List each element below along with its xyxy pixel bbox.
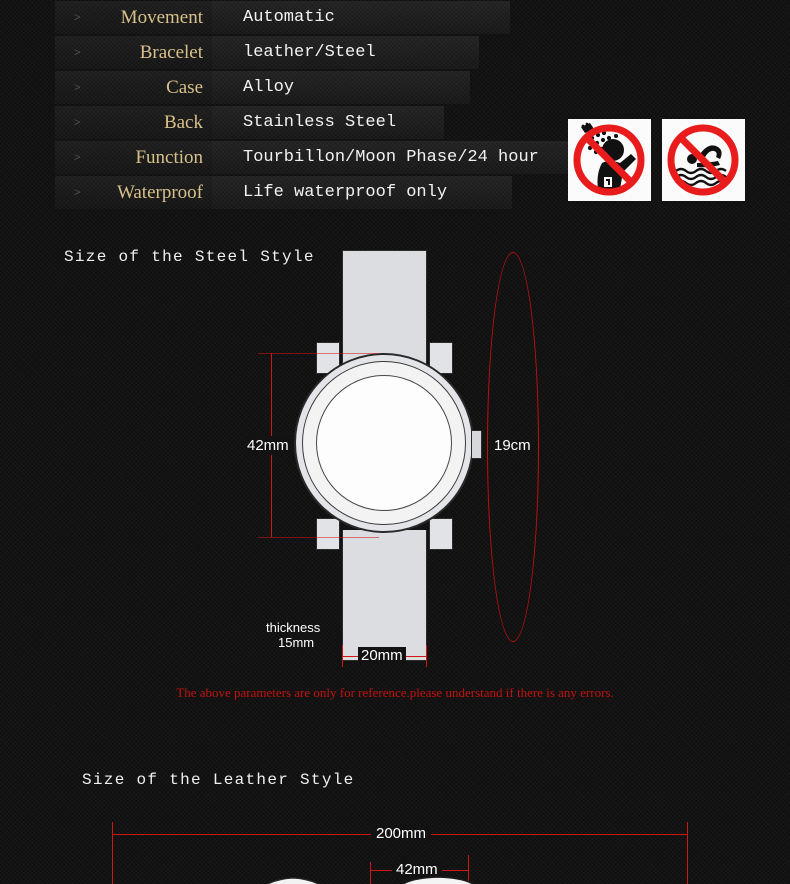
spec-label: Back	[163, 112, 203, 133]
spec-row[interactable]: > Case Alloy	[0, 70, 790, 105]
dimension-tick-total-left	[112, 822, 113, 884]
watch-strap-bottom	[342, 530, 427, 661]
chevron-right-icon: >	[74, 115, 81, 129]
watch-crown	[471, 430, 482, 459]
spec-label: Bracelet	[139, 42, 203, 63]
disclaimer-text: The above parameters are only for refere…	[176, 685, 614, 700]
dimension-label-total-length: 200mm	[371, 825, 432, 842]
spec-value: Tourbillon/Moon Phase/24 hour	[243, 148, 539, 167]
spec-value: leather/Steel	[243, 43, 376, 62]
spec-value: Automatic	[243, 8, 335, 27]
leather-style-heading: Size of the Leather Style	[82, 771, 355, 789]
product-spec-page: > Movement Automatic > Bracelet leather/Steel…	[0, 0, 790, 884]
dimension-tick-diameter-top	[258, 353, 379, 354]
thickness-value: 15mm	[278, 635, 315, 650]
spec-value: Alloy	[243, 78, 295, 97]
spec-label: Case	[166, 77, 203, 98]
leather-watch-case-top	[401, 876, 475, 884]
watch-lug-bottom-left	[316, 518, 340, 550]
chevron-right-icon: >	[74, 10, 81, 24]
leather-style-diagram: 200mm 42mm	[0, 800, 790, 884]
thickness-label: thickness	[266, 620, 321, 635]
dimension-tick-diameter-bottom	[258, 537, 379, 538]
dimension-tick-leather-case-left	[370, 862, 371, 884]
dimension-tick-strap-left	[342, 645, 343, 667]
chevron-right-icon: >	[74, 150, 81, 164]
spec-label: Waterproof	[116, 182, 203, 203]
spec-row[interactable]: > Bracelet leather/Steel	[0, 35, 790, 70]
warning-icon-group	[568, 119, 745, 201]
spec-label: Movement	[120, 7, 203, 28]
dimension-tick-total-right	[687, 822, 688, 884]
dimension-label-wrist: 19cm	[494, 437, 531, 454]
spec-value: Life waterproof only	[243, 183, 448, 202]
spec-value: Stainless Steel	[243, 113, 397, 132]
dimension-label-strap-width: 20mm	[358, 647, 406, 664]
spec-row[interactable]: > Movement Automatic	[0, 0, 790, 35]
watch-lug-bottom-right	[429, 518, 453, 550]
watch-dial	[316, 375, 452, 511]
chevron-right-icon: >	[74, 45, 81, 59]
dimension-tick-strap-right	[426, 645, 427, 667]
dimension-label-case-diameter: 42mm	[245, 436, 291, 455]
no-swimming-icon	[662, 119, 745, 201]
spec-label: Function	[135, 147, 203, 168]
chevron-right-icon: >	[74, 80, 81, 94]
chevron-right-icon: >	[74, 185, 81, 199]
steel-style-diagram: 42mm 19cm 20mm thickness 15mm	[0, 230, 790, 884]
no-shower-icon	[568, 119, 651, 201]
